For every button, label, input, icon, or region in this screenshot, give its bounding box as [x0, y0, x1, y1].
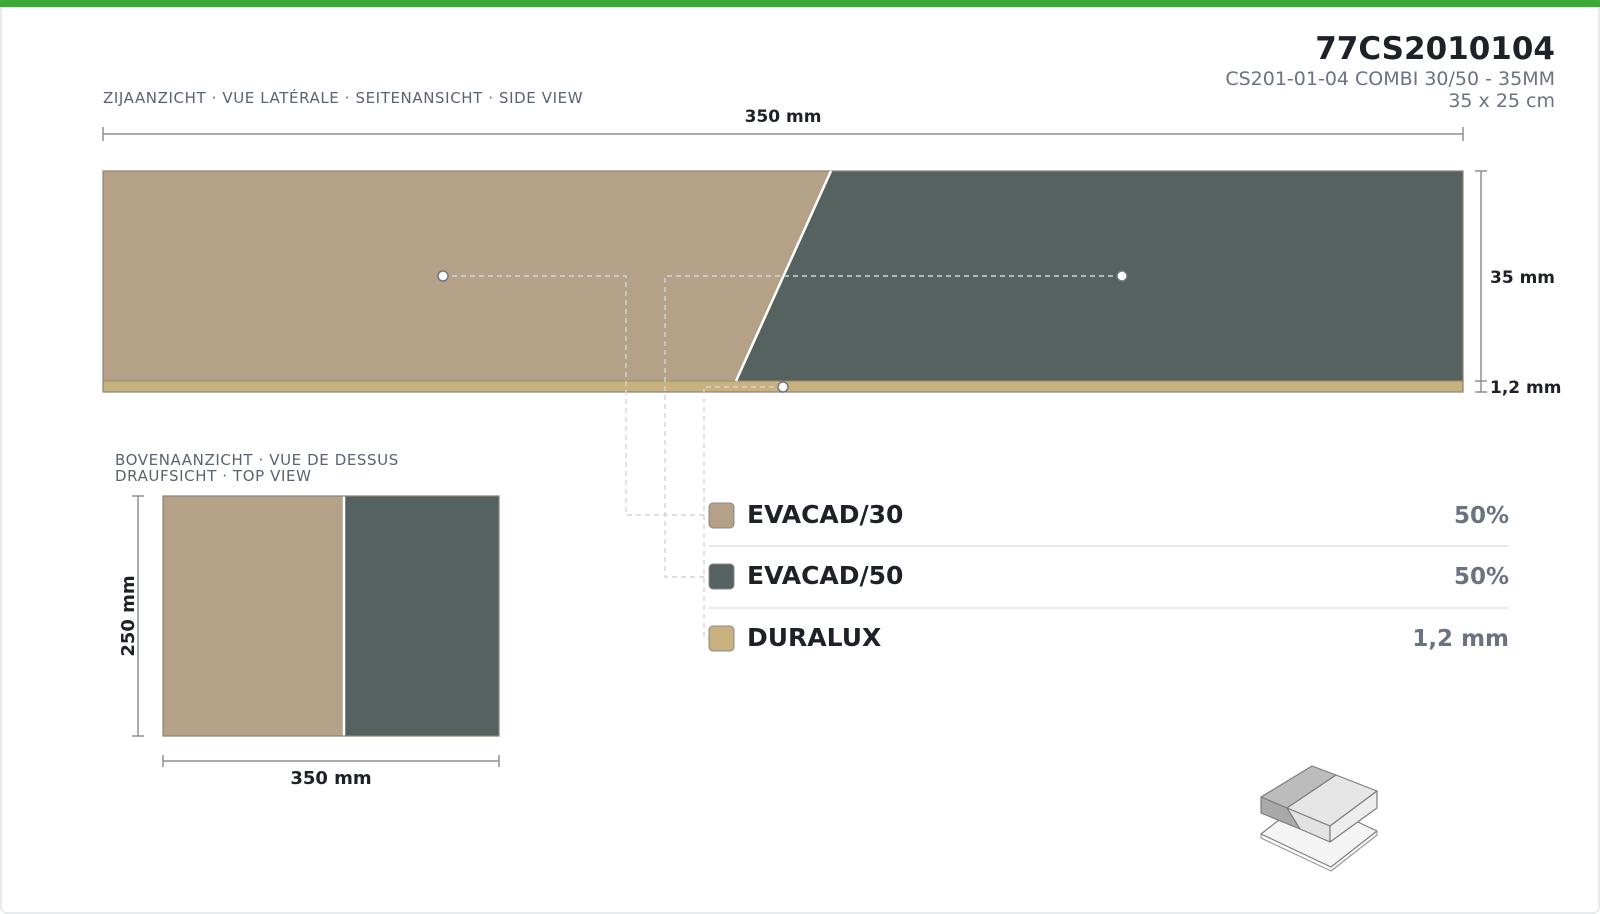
duralux-swatch: [708, 625, 735, 652]
product-size: 35 x 25 cm: [1448, 90, 1555, 112]
product-code: 77CS2010104: [1315, 31, 1555, 67]
drawing-canvas: 77CS2010104 CS201-01-04 COMBI 30/50 - 35…: [0, 0, 1600, 914]
legend-name: EVACAD/30: [747, 500, 903, 529]
product-name: CS201-01-04 COMBI 30/50 - 35MM: [1225, 68, 1555, 90]
evacad50-swatch: [708, 563, 735, 590]
legend-name: EVACAD/50: [747, 561, 903, 590]
base-thickness-label: 1,2 mm: [1490, 378, 1561, 398]
product-drawing-page: 77CS2010104 CS201-01-04 COMBI 30/50 - 35…: [0, 0, 1600, 914]
legend-name: DURALUX: [747, 623, 881, 652]
side-view-title: ZIJAANZICHT · VUE LATÉRALE · SEITENANSIC…: [103, 88, 583, 107]
top-view-width-label: 350 mm: [290, 768, 371, 789]
evacad30-marker: [437, 270, 449, 282]
top-view-height-label: 250 mm: [118, 575, 139, 656]
duralux-marker: [777, 381, 789, 393]
legend-value: 50%: [1454, 503, 1509, 529]
top-accent-bar: [0, 0, 1600, 7]
top-view-plan: [162, 495, 500, 737]
evacad50-marker: [1116, 270, 1128, 282]
top-evacad50-area: [344, 496, 499, 736]
evacad30-swatch: [708, 502, 735, 529]
side-view-height-label: 35 mm: [1490, 268, 1555, 288]
side-view-profile: [102, 170, 1464, 393]
top-evacad30-area: [163, 496, 344, 736]
top-view-title-line2: DRAUFSICHT · TOP VIEW: [115, 467, 312, 485]
side-view-width-label: 350 mm: [745, 107, 822, 127]
legend-value: 50%: [1454, 564, 1509, 590]
legend-value: 1,2 mm: [1412, 626, 1509, 652]
